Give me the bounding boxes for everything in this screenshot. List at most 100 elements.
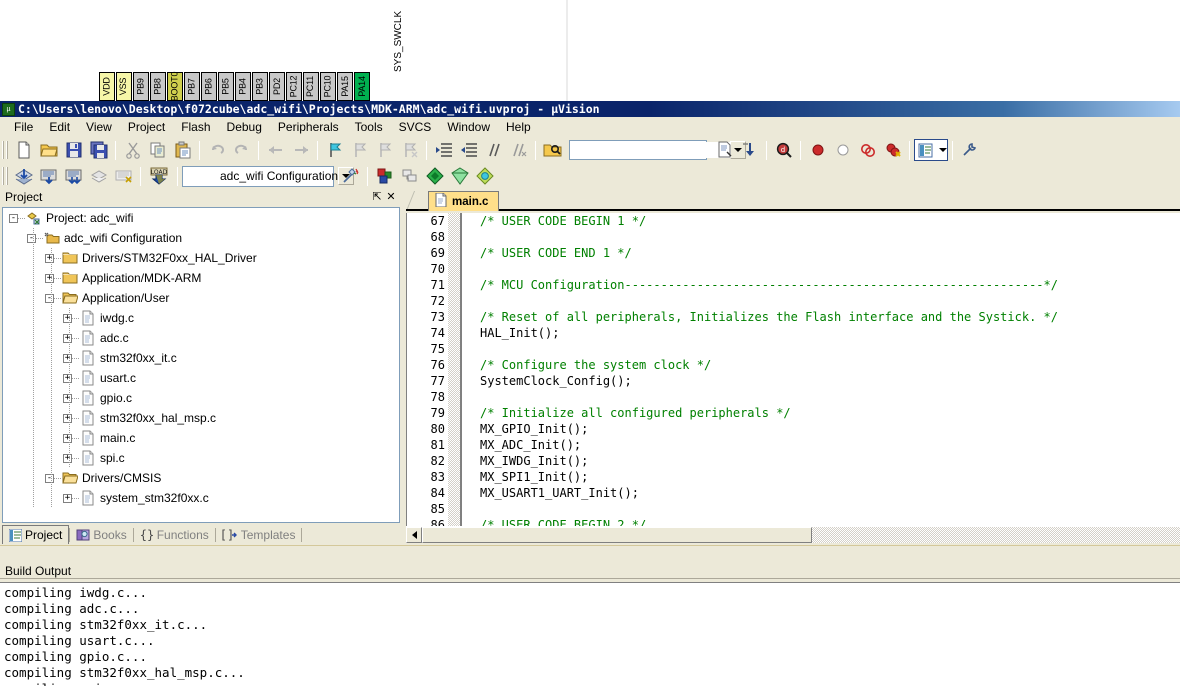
- menu-item-peripherals[interactable]: Peripherals: [270, 118, 347, 136]
- pin-icon[interactable]: ⇱: [370, 190, 384, 204]
- kill-all-breakpoints-icon[interactable]: [856, 139, 879, 161]
- target-options-icon[interactable]: [339, 165, 362, 187]
- editor-horizontal-scrollbar[interactable]: [406, 526, 1180, 543]
- expand-icon[interactable]: +: [63, 493, 72, 503]
- cut-icon[interactable]: [121, 139, 144, 161]
- expand-icon[interactable]: +: [63, 353, 72, 363]
- panel-tab-project[interactable]: Project: [2, 525, 70, 544]
- target-select[interactable]: adc_wifi Configuration: [182, 165, 355, 187]
- manage-run-time-env-icon[interactable]: [448, 165, 471, 187]
- bookmark-clear-icon[interactable]: [398, 139, 421, 161]
- menu-item-tools[interactable]: Tools: [347, 118, 391, 136]
- tree-item[interactable]: + gpio.c: [3, 388, 132, 408]
- tab-main-c[interactable]: main.c: [428, 191, 500, 211]
- panel-tab-templates[interactable]: []Templates: [216, 525, 302, 544]
- menu-item-edit[interactable]: Edit: [41, 118, 78, 136]
- bookmark-toggle-icon[interactable]: [323, 139, 346, 161]
- copy-icon[interactable]: [146, 139, 169, 161]
- configure-toolbar-icon[interactable]: [958, 139, 981, 161]
- search-input[interactable]: [570, 142, 730, 158]
- pin-vss[interactable]: VSS: [116, 72, 132, 101]
- pin-pc12[interactable]: PC12: [286, 72, 302, 101]
- redo-icon[interactable]: [230, 139, 253, 161]
- collapse-icon[interactable]: -: [27, 233, 36, 243]
- pin-pc10[interactable]: PC10: [320, 72, 336, 101]
- expand-icon[interactable]: +: [63, 313, 72, 323]
- pack-installer-icon[interactable]: [423, 165, 446, 187]
- insert-breakpoint-icon[interactable]: [806, 139, 829, 161]
- paste-icon[interactable]: [171, 139, 194, 161]
- batch-build-icon[interactable]: [87, 165, 110, 187]
- menu-item-svcs[interactable]: SVCS: [391, 118, 440, 136]
- scrollbar-thumb[interactable]: [422, 526, 812, 543]
- select-software-packs-icon[interactable]: [473, 165, 496, 187]
- menu-item-project[interactable]: Project: [120, 118, 173, 136]
- save-icon[interactable]: [62, 139, 85, 161]
- project-tree[interactable]: - Project: adc_wifi - adc_wifi Configuratio…: [2, 207, 400, 523]
- bookmark-next-icon[interactable]: [373, 139, 396, 161]
- menu-item-window[interactable]: Window: [439, 118, 498, 136]
- stop-build-icon[interactable]: [112, 165, 135, 187]
- panel-tab-functions[interactable]: {} Functions: [134, 525, 215, 544]
- rebuild-all-icon[interactable]: [62, 165, 85, 187]
- pin-pc11[interactable]: PC11: [303, 72, 319, 101]
- navigate-back-icon[interactable]: [264, 139, 287, 161]
- insert-file-icon[interactable]: [713, 139, 736, 161]
- go-to-definition-icon[interactable]: [738, 139, 761, 161]
- close-icon[interactable]: ✕: [384, 190, 398, 204]
- collapse-icon[interactable]: -: [9, 213, 18, 223]
- menu-item-view[interactable]: View: [78, 118, 120, 136]
- translate-file-icon[interactable]: [12, 165, 35, 187]
- panel-tab-books[interactable]: Books: [70, 525, 132, 544]
- tree-item[interactable]: - Drivers/CMSIS: [3, 468, 161, 488]
- navigate-forward-icon[interactable]: [289, 139, 312, 161]
- expand-icon[interactable]: +: [63, 333, 72, 343]
- indent-right-icon[interactable]: [432, 139, 455, 161]
- find-in-files-icon[interactable]: [541, 139, 564, 161]
- pin-pb6[interactable]: PB6: [201, 72, 217, 101]
- indent-left-icon[interactable]: [457, 139, 480, 161]
- disable-all-breakpoints-icon[interactable]: [881, 139, 904, 161]
- manage-multi-project-icon[interactable]: [398, 165, 421, 187]
- expand-icon[interactable]: +: [45, 253, 54, 263]
- code-editor-canvas[interactable]: 67 /* USER CODE BEGIN 1 */ 68 69 /* USER COD…: [406, 213, 1180, 532]
- build-target-icon[interactable]: [37, 165, 60, 187]
- scroll-left-arrow-icon[interactable]: [406, 526, 422, 543]
- expand-icon[interactable]: +: [63, 453, 72, 463]
- undo-icon[interactable]: [205, 139, 228, 161]
- build-output-text[interactable]: compiling iwdg.c... compiling adc.c... com…: [0, 582, 1180, 686]
- tree-item[interactable]: - Project: adc_wifi: [3, 208, 133, 228]
- manage-windows-combo[interactable]: [914, 139, 948, 161]
- new-file-icon[interactable]: [12, 139, 35, 161]
- uncomment-lines-icon[interactable]: [507, 139, 530, 161]
- pin-pb3[interactable]: PB3: [252, 72, 268, 101]
- expand-icon[interactable]: +: [63, 373, 72, 383]
- comment-lines-icon[interactable]: [482, 139, 505, 161]
- expand-icon[interactable]: +: [63, 433, 72, 443]
- panel-splitter[interactable]: [0, 545, 1180, 550]
- menu-item-help[interactable]: Help: [498, 118, 539, 136]
- tree-item[interactable]: + Drivers/STM32F0xx_HAL_Driver: [3, 248, 257, 268]
- download-to-flash-icon[interactable]: LOAD: [146, 165, 172, 187]
- disable-breakpoint-icon[interactable]: [831, 139, 854, 161]
- expand-icon[interactable]: +: [63, 393, 72, 403]
- pin-boot0[interactable]: BOOT0: [167, 72, 183, 101]
- menu-item-file[interactable]: File: [6, 118, 41, 136]
- manage-project-items-icon[interactable]: [373, 165, 396, 187]
- toolbar-grip[interactable]: [2, 141, 9, 159]
- collapse-icon[interactable]: -: [45, 473, 54, 483]
- save-all-icon[interactable]: [87, 139, 110, 161]
- menu-item-flash[interactable]: Flash: [173, 118, 218, 136]
- tree-item[interactable]: + stm32f0xx_it.c: [3, 348, 177, 368]
- tree-item[interactable]: + spi.c: [3, 448, 125, 468]
- search-input-combo[interactable]: [569, 140, 746, 160]
- tree-item[interactable]: + adc.c: [3, 328, 129, 348]
- open-file-icon[interactable]: [37, 139, 60, 161]
- tree-item[interactable]: - Application/User: [3, 288, 169, 308]
- manage-windows-icon[interactable]: [916, 139, 935, 161]
- scrollbar-track[interactable]: [812, 526, 1180, 543]
- pin-vdd[interactable]: VDD: [99, 72, 115, 101]
- expand-icon[interactable]: +: [63, 413, 72, 423]
- menu-item-debug[interactable]: Debug: [219, 118, 270, 136]
- collapse-icon[interactable]: -: [45, 293, 54, 303]
